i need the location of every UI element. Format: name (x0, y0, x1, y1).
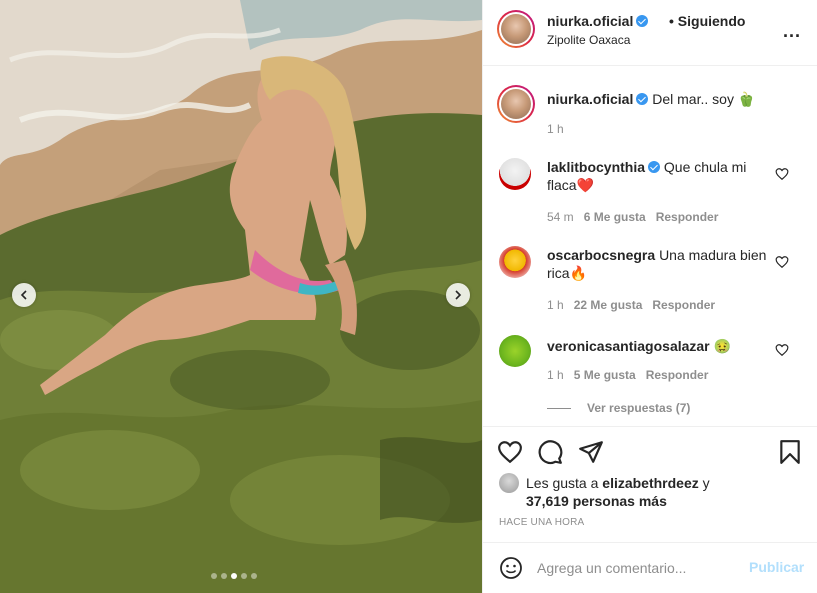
commenter-avatar[interactable] (499, 335, 531, 367)
comment-time[interactable]: 54 m (547, 210, 574, 224)
post-header: niurka.oficial • Siguiendo Zipolite Oaxa… (483, 0, 817, 66)
comment-meta: 54 m 6 Me gusta Responder (547, 210, 728, 224)
comment-input[interactable] (537, 557, 737, 579)
caption-time[interactable]: 1 h (547, 122, 564, 136)
likes-others-button[interactable]: 37,619 personas más (526, 492, 667, 510)
smiley-icon[interactable] (499, 556, 523, 580)
commenter-avatar[interactable] (499, 158, 531, 190)
reply-button[interactable]: Responder (652, 298, 715, 312)
carousel-indicator (211, 573, 257, 579)
comment-text: veronicasantiagosalazar 🤢 (547, 337, 767, 355)
comment-item: laklitbocynthia Que chula mi flaca❤️ 54 … (483, 158, 817, 228)
verified-badge-icon (636, 93, 649, 105)
heart-icon[interactable] (775, 255, 789, 269)
liker-avatar[interactable] (499, 473, 519, 493)
add-comment-section: Publicar (483, 542, 817, 593)
comment-likes[interactable]: 5 Me gusta (574, 368, 636, 382)
comment-text: laklitbocynthia Que chula mi flaca❤️ (547, 158, 767, 194)
verified-badge-icon (648, 161, 661, 173)
more-options-icon[interactable]: ... (783, 22, 801, 40)
commenter-username[interactable]: veronicasantiagosalazar (547, 338, 710, 354)
comment-icon[interactable] (537, 439, 563, 465)
reply-button[interactable]: Responder (656, 210, 719, 224)
view-replies-label: Ver respuestas (7) (587, 401, 691, 415)
chevron-left-icon (20, 290, 27, 300)
comment-item: veronicasantiagosalazar 🤢 1 h 5 Me gusta R… (483, 335, 817, 405)
caption-username[interactable]: niurka.oficial (547, 91, 633, 107)
post-timestamp[interactable]: HACE UNA HORA (499, 517, 584, 528)
caption-text: niurka.oficial Del mar.. soy 🫑 (547, 91, 755, 108)
post-media[interactable] (0, 0, 482, 593)
post-actions: Les gusta a elizabethrdeez y 37,619 pers… (483, 426, 817, 593)
commenter-username[interactable]: oscarbocsnegra (547, 247, 655, 263)
commenter-username[interactable]: laklitbocynthia (547, 159, 645, 175)
post-sidebar: niurka.oficial • Siguiendo Zipolite Oaxa… (482, 0, 817, 593)
caption-body: Del mar.. soy 🫑 (652, 91, 756, 107)
caption-avatar[interactable] (497, 85, 535, 123)
publish-button[interactable]: Publicar (749, 559, 804, 575)
chevron-right-icon (455, 290, 462, 300)
comment-likes[interactable]: 6 Me gusta (584, 210, 646, 224)
comment-item: oscarbocsnegra Una madura bien rica🔥 1 h… (483, 246, 817, 316)
author-avatar[interactable] (497, 10, 535, 48)
view-replies-button[interactable]: Ver respuestas (7) (547, 401, 690, 415)
post-modal: niurka.oficial • Siguiendo Zipolite Oaxa… (0, 0, 817, 593)
bookmark-icon[interactable] (777, 439, 803, 465)
heart-icon[interactable] (775, 167, 789, 181)
comment-meta: 1 h 5 Me gusta Responder (547, 368, 718, 382)
paper-plane-icon[interactable] (578, 439, 604, 465)
reply-button[interactable]: Responder (646, 368, 709, 382)
post-location[interactable]: Zipolite Oaxaca (547, 33, 630, 47)
comment-body: 🤢 (713, 338, 731, 354)
author-username[interactable]: niurka.oficial (547, 13, 649, 29)
carousel-dot (211, 573, 217, 579)
likes-suffix: y (702, 475, 710, 491)
likes-line: Les gusta a elizabethrdeez y (526, 474, 710, 492)
carousel-dot (251, 573, 257, 579)
commenter-avatar[interactable] (499, 246, 531, 278)
comment-time[interactable]: 1 h (547, 368, 564, 382)
heart-icon[interactable] (775, 343, 789, 357)
comment-time[interactable]: 1 h (547, 298, 564, 312)
carousel-dot (241, 573, 247, 579)
verified-badge-icon (636, 15, 649, 27)
next-slide-button[interactable] (446, 283, 470, 307)
carousel-dot-active (231, 573, 237, 579)
comment-likes[interactable]: 22 Me gusta (574, 298, 643, 312)
comment-meta: 1 h 22 Me gusta Responder (547, 298, 725, 312)
comment-text: oscarbocsnegra Una madura bien rica🔥 (547, 246, 767, 282)
carousel-dot (221, 573, 227, 579)
follow-status-button[interactable]: • Siguiendo (669, 13, 745, 29)
previous-slide-button[interactable] (12, 283, 36, 307)
post-photo (0, 0, 482, 593)
likes-prefix: Les gusta a (526, 475, 599, 491)
liker-username[interactable]: elizabethrdeez (602, 475, 698, 491)
replies-divider (547, 407, 571, 409)
heart-icon[interactable] (497, 439, 523, 465)
